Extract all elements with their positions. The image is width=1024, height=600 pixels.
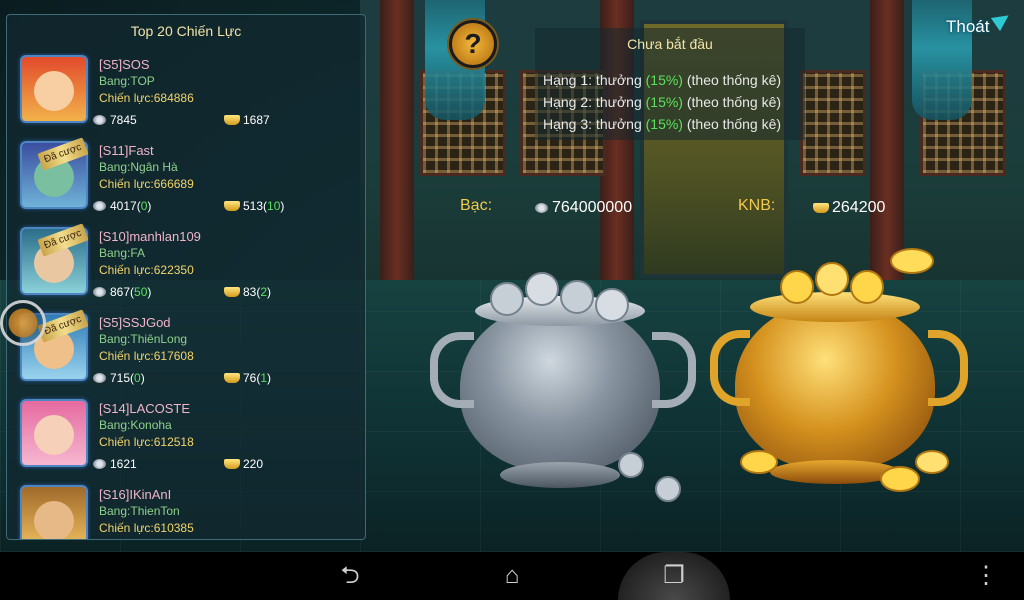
gold-total-value: 264200	[813, 199, 885, 217]
list-item[interactable]: [S5]SOS Bang:TOP Chiến lực:684886 7845 1…	[7, 53, 365, 139]
panel-title: Top 20 Chiến Lực	[130, 23, 242, 39]
home-icon[interactable]: ⌂	[488, 552, 536, 600]
menu-icon[interactable]: ⋮	[962, 552, 1010, 600]
guild-name: Bang:ThiênLong	[99, 332, 188, 346]
silver-bet: 7845	[93, 113, 137, 127]
combat-power: Chiến lực:617608	[99, 349, 194, 363]
player-name: [S11]Fast	[99, 143, 154, 158]
avatar[interactable]	[20, 55, 88, 123]
guild-name: Bang:ThienTon	[99, 504, 180, 518]
list-item[interactable]: Đã cược [S10]manhlan109 Bang:FA Chiến lự…	[7, 223, 365, 311]
gold-ingot-icon	[813, 203, 829, 213]
gold-ingot-icon	[224, 115, 240, 125]
gold-ingot-icon	[224, 287, 240, 297]
silver-bet: 867(50)	[93, 285, 151, 299]
silver-coin-icon	[93, 287, 106, 297]
gold-bet: 513(10)	[224, 199, 284, 213]
reward-line: Hạng 2: thưởng (15%) (theo thống kê)	[543, 94, 782, 110]
list-item[interactable]: Đã cược [S11]Fast Bang:Ngân Hà Chiến lực…	[7, 137, 365, 225]
avatar[interactable]	[20, 485, 88, 539]
silver-bet: 715(0)	[93, 371, 145, 385]
gold-jar[interactable]	[710, 240, 968, 500]
player-name: [S5]SSJGod	[99, 315, 171, 330]
combat-power: Chiến lực:622350	[99, 263, 194, 277]
player-name: [S16]IKinAnI	[99, 487, 172, 502]
gold-bet: 76(1)	[224, 371, 271, 385]
lattice-window	[800, 70, 866, 176]
combat-power: Chiến lực:612518	[99, 435, 194, 449]
status-title: Chưa bắt đầu	[627, 36, 713, 52]
list-item[interactable]: Đã cược [S5]SSJGod Bang:ThiênLong Chiến …	[7, 309, 365, 397]
silver-bet: 1621	[93, 457, 137, 471]
pillar	[380, 0, 414, 300]
silver-coin-icon	[93, 373, 106, 383]
silver-jar[interactable]	[430, 262, 696, 502]
bet-status-box: Chưa bắt đầu Hạng 1: thưởng (15%) (theo …	[535, 28, 805, 140]
ranking-list[interactable]: [S5]SOS Bang:TOP Chiến lực:684886 7845 1…	[7, 53, 365, 539]
combat-power: Chiến lực:666689	[99, 177, 194, 191]
list-item[interactable]: [S14]LACOSTE Bang:Konoha Chiến lực:61251…	[7, 397, 365, 483]
gold-ingot-icon	[224, 459, 240, 469]
player-name: [S5]SOS	[99, 57, 150, 72]
floating-assist-button[interactable]	[0, 300, 46, 346]
player-name: [S10]manhlan109	[99, 229, 201, 244]
guild-name: Bang:Ngân Hà	[99, 160, 178, 174]
help-button[interactable]: ?	[449, 20, 497, 68]
player-name: [S14]LACOSTE	[99, 401, 191, 416]
recent-apps-icon[interactable]: ❐	[650, 552, 698, 600]
gold-bet: 83(2)	[224, 285, 271, 299]
silver-coin-icon	[93, 115, 106, 125]
combat-power: Chiến lực:610385	[99, 521, 194, 535]
ranking-panel: Top 20 Chiến Lực [S5]SOS Bang:TOP Chiến …	[6, 14, 366, 540]
silver-coin-icon	[93, 459, 106, 469]
gold-ingot-icon	[224, 201, 240, 211]
combat-power: Chiến lực:684886	[99, 91, 194, 105]
list-item[interactable]: [S16]IKinAnI Bang:ThienTon Chiến lực:610…	[7, 483, 365, 539]
gold-bet: 1687	[224, 113, 270, 127]
back-icon[interactable]: ⮌	[326, 552, 374, 600]
reward-line: Hạng 1: thưởng (15%) (theo thống kê)	[543, 72, 782, 88]
silver-total-value: 764000000	[535, 199, 632, 217]
silver-coin-icon	[93, 201, 106, 211]
reward-line: Hạng 3: thưởng (15%) (theo thống kê)	[543, 116, 782, 132]
silver-bet: 4017(0)	[93, 199, 151, 213]
guild-name: Bang:FA	[99, 246, 146, 260]
gold-total-label: KNB:	[738, 197, 776, 214]
silver-total-label: Bạc:	[460, 197, 493, 214]
guild-name: Bang:TOP	[99, 74, 155, 88]
exit-label: Thoát	[946, 17, 990, 36]
avatar[interactable]	[20, 399, 88, 467]
silver-coin-icon	[535, 203, 548, 213]
guild-name: Bang:Konoha	[99, 418, 172, 432]
gold-ingot-icon	[224, 373, 240, 383]
gold-bet: 220	[224, 457, 263, 471]
